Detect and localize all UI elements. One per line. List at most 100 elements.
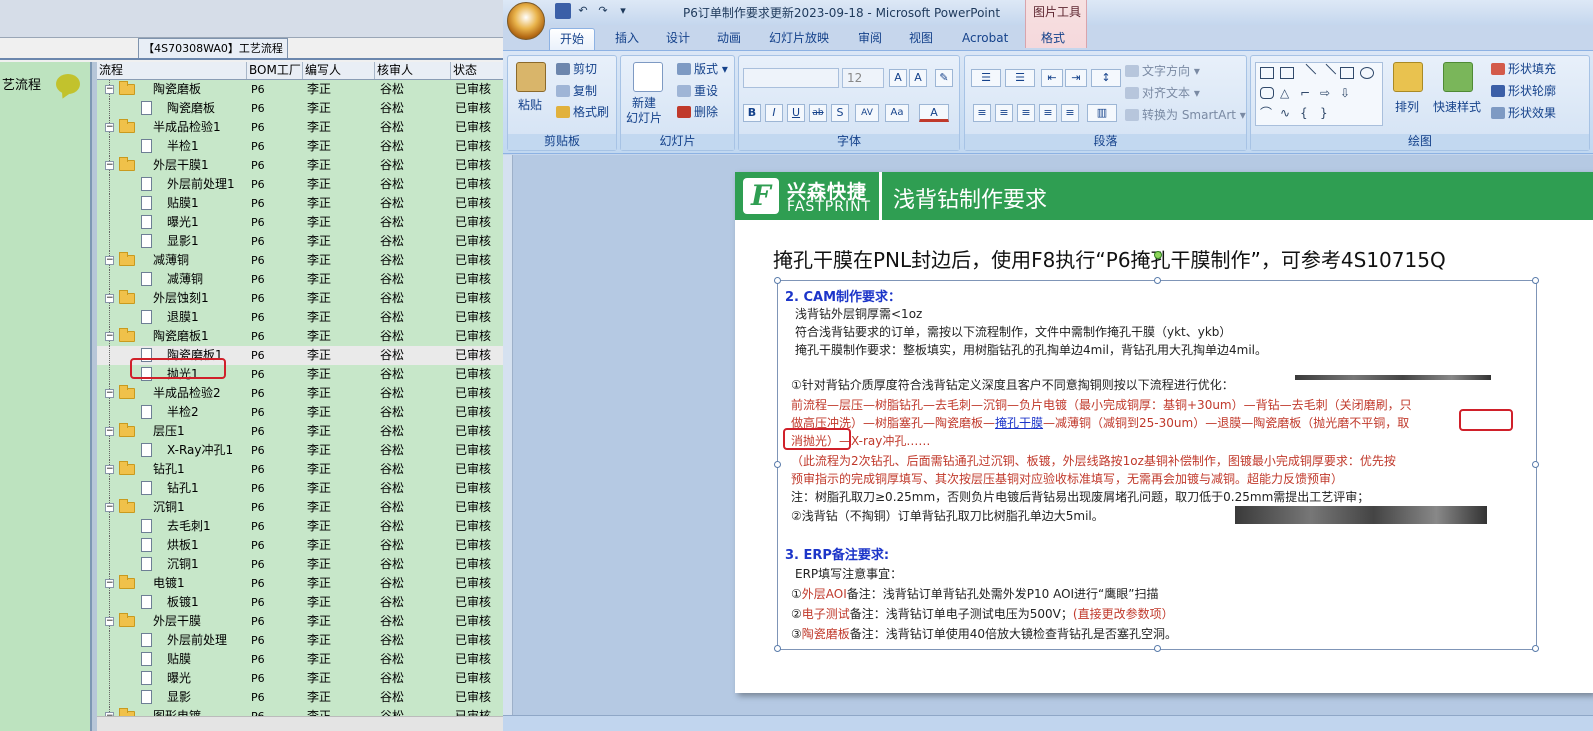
freeform-shape-icon[interactable]: ∿: [1280, 107, 1294, 119]
tree-row[interactable]: 减薄铜 P6 李正 谷松 已审核: [97, 270, 510, 289]
process-pane-title[interactable]: 艺流程: [2, 74, 41, 93]
reset-button[interactable]: 重设: [677, 82, 718, 99]
tab-acrobat[interactable]: Acrobat: [962, 28, 1008, 50]
tree-row[interactable]: − 电镀1 P6 李正 谷松 已审核: [97, 574, 510, 593]
font-family-select[interactable]: [743, 68, 839, 88]
slide-headline[interactable]: 掩孔干膜在PNL封边后，使用F8执行“P6掩孔干膜制作”，可参考4S10715Q: [773, 244, 1446, 273]
collapse-toggle-icon[interactable]: −: [105, 617, 114, 626]
columns-icon[interactable]: ▥: [1087, 104, 1117, 122]
resize-handle-w[interactable]: [774, 461, 781, 468]
line-shape-icon[interactable]: [1297, 63, 1317, 83]
collapse-toggle-icon[interactable]: −: [105, 503, 114, 512]
tree-row[interactable]: 曝光1 P6 李正 谷松 已审核: [97, 213, 510, 232]
tree-row[interactable]: 曝光 P6 李正 谷松 已审核: [97, 669, 510, 688]
resize-handle-n[interactable]: [1154, 277, 1161, 284]
elbow-connector-icon[interactable]: ⌐: [1300, 87, 1314, 99]
tree-row[interactable]: 外层前处理1 P6 李正 谷松 已审核: [97, 175, 510, 194]
col-header-bom[interactable]: BOM工厂: [247, 62, 303, 79]
tab-format[interactable]: 格式: [1041, 28, 1065, 50]
numbering-icon[interactable]: ☰: [1005, 69, 1035, 87]
layout-button[interactable]: 版式 ▾: [677, 60, 728, 77]
block-arrow-down-icon[interactable]: ⇩: [1340, 87, 1354, 99]
font-size-select[interactable]: 12: [842, 68, 884, 88]
align-text-button[interactable]: 对齐文本 ▾: [1125, 84, 1200, 101]
tab-slideshow[interactable]: 幻灯片放映: [769, 28, 829, 50]
collapse-toggle-icon[interactable]: −: [105, 256, 114, 265]
tab-design[interactable]: 设计: [666, 28, 690, 50]
tab-review[interactable]: 审阅: [858, 28, 882, 50]
italic-icon[interactable]: I: [765, 104, 783, 122]
collapse-toggle-icon[interactable]: −: [105, 465, 114, 474]
undo-icon[interactable]: ↶: [575, 3, 591, 19]
collapse-toggle-icon[interactable]: −: [105, 427, 114, 436]
redo-icon[interactable]: ↷: [595, 3, 611, 19]
cut-button[interactable]: 剪切: [556, 60, 597, 77]
tree-row[interactable]: 显影 P6 李正 谷松 已审核: [97, 688, 510, 707]
customize-qat-icon[interactable]: ▾: [615, 3, 631, 19]
collapse-toggle-icon[interactable]: −: [105, 294, 114, 303]
textbox-shape-icon[interactable]: [1260, 67, 1274, 79]
resize-handle-nw[interactable]: [774, 277, 781, 284]
comment-bubble-icon[interactable]: [56, 74, 80, 94]
tree-row[interactable]: 退膜1 P6 李正 谷松 已审核: [97, 308, 510, 327]
collapse-toggle-icon[interactable]: −: [105, 579, 114, 588]
tree-row[interactable]: 沉铜1 P6 李正 谷松 已审核: [97, 555, 510, 574]
rectangle-shape-icon[interactable]: [1340, 67, 1354, 79]
tree-row[interactable]: 贴膜1 P6 李正 谷松 已审核: [97, 194, 510, 213]
tab-animations[interactable]: 动画: [717, 28, 741, 50]
tree-row[interactable]: − 外层蚀刻1 P6 李正 谷松 已审核: [97, 289, 510, 308]
tree-row[interactable]: 陶瓷磨板 P6 李正 谷松 已审核: [97, 99, 510, 118]
tree-row[interactable]: − 钻孔1 P6 李正 谷松 已审核: [97, 460, 510, 479]
tree-row[interactable]: 外层前处理 P6 李正 谷松 已审核: [97, 631, 510, 650]
tree-row[interactable]: 半检2 P6 李正 谷松 已审核: [97, 403, 510, 422]
shape-effects-button[interactable]: 形状效果: [1491, 104, 1556, 121]
strikethrough-icon[interactable]: ab: [809, 104, 827, 122]
quick-styles-icon[interactable]: [1443, 62, 1473, 92]
tree-row[interactable]: 烘板1 P6 李正 谷松 已审核: [97, 536, 510, 555]
paste-icon[interactable]: [516, 62, 546, 92]
quick-styles-button[interactable]: 快速样式: [1433, 98, 1481, 115]
tree-row[interactable]: − 外层干膜 P6 李正 谷松 已审核: [97, 612, 510, 631]
delete-slide-button[interactable]: 删除: [677, 103, 718, 120]
slide[interactable]: F 兴森快捷 FASTPRINT 浅背钻制作要求 掩孔干膜在PNL封边后，使用F…: [735, 172, 1593, 693]
char-spacing-icon[interactable]: AV: [855, 104, 879, 122]
tree-row[interactable]: 去毛刺1 P6 李正 谷松 已审核: [97, 517, 510, 536]
resize-handle-e[interactable]: [1532, 461, 1539, 468]
underline-icon[interactable]: U: [787, 104, 805, 122]
brace-left-icon[interactable]: {: [1300, 107, 1314, 119]
new-slide-button[interactable]: 新建 幻灯片: [626, 96, 662, 126]
grow-font-icon[interactable]: A: [889, 69, 907, 87]
vertical-textbox-shape-icon[interactable]: [1280, 67, 1294, 79]
decrease-indent-icon[interactable]: ⇤: [1041, 69, 1063, 87]
tab-insert[interactable]: 插入: [615, 28, 639, 50]
new-slide-icon[interactable]: [633, 62, 663, 92]
tree-row[interactable]: − 外层干膜1 P6 李正 谷松 已审核: [97, 156, 510, 175]
shrink-font-icon[interactable]: A: [909, 69, 927, 87]
workflow-tab[interactable]: 【4S70308WA0】工艺流程: [138, 38, 288, 58]
paste-button[interactable]: 粘贴: [518, 96, 542, 113]
font-color-icon[interactable]: A: [919, 104, 949, 122]
line-spacing-icon[interactable]: ↕: [1091, 69, 1121, 87]
arrange-icon[interactable]: [1393, 62, 1423, 92]
tree-row[interactable]: 贴膜 P6 李正 谷松 已审核: [97, 650, 510, 669]
bold-icon[interactable]: B: [743, 104, 761, 122]
tree-row[interactable]: − 陶瓷磨板 P6 李正 谷松 已审核: [97, 80, 510, 99]
brace-right-icon[interactable]: }: [1320, 107, 1334, 119]
col-header-reviewer[interactable]: 核审人: [375, 62, 451, 79]
col-header-process[interactable]: 流程: [97, 62, 247, 79]
collapse-toggle-icon[interactable]: −: [105, 85, 114, 94]
tab-view[interactable]: 视图: [909, 28, 933, 50]
resize-handle-se[interactable]: [1532, 645, 1539, 652]
smartart-button[interactable]: 转换为 SmartArt ▾: [1125, 106, 1246, 123]
arrow-shape-icon[interactable]: [1317, 63, 1337, 83]
align-right-icon[interactable]: ≡: [1017, 104, 1035, 122]
col-header-status[interactable]: 状态: [451, 62, 510, 79]
collapse-toggle-icon[interactable]: −: [105, 332, 114, 341]
collapse-toggle-icon[interactable]: −: [105, 389, 114, 398]
copy-button[interactable]: 复制: [556, 82, 597, 99]
resize-handle-s[interactable]: [1154, 645, 1161, 652]
col-header-author[interactable]: 编写人: [303, 62, 375, 79]
tree-row[interactable]: − 陶瓷磨板1 P6 李正 谷松 已审核: [97, 327, 510, 346]
tree-row[interactable]: 显影1 P6 李正 谷松 已审核: [97, 232, 510, 251]
tree-row[interactable]: 钻孔1 P6 李正 谷松 已审核: [97, 479, 510, 498]
